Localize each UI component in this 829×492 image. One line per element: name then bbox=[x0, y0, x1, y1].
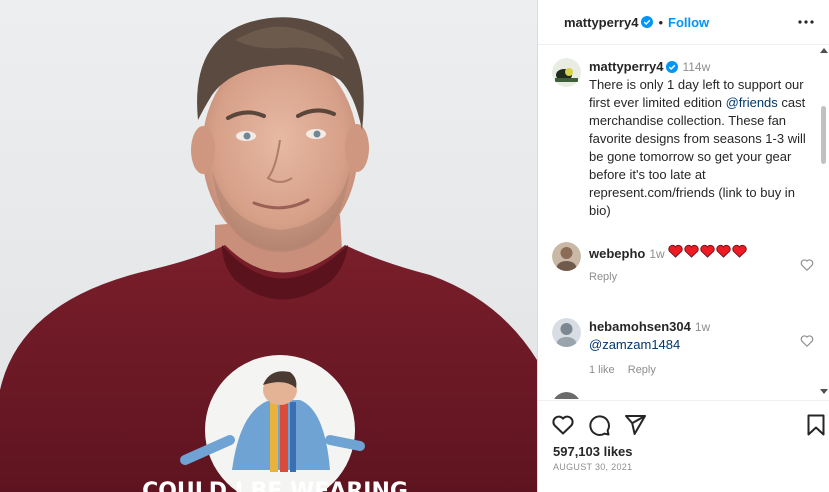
verified-badge-icon bbox=[666, 61, 679, 73]
comment-time: 1w bbox=[694, 320, 711, 334]
caption-text: There is only 1 day left to support our … bbox=[589, 76, 814, 220]
more-options-icon[interactable] bbox=[795, 11, 817, 33]
comment-time: 1w bbox=[649, 247, 665, 261]
scroll-down-arrow-icon[interactable] bbox=[820, 389, 828, 394]
shirt-lettering: COULD I BE WEARING bbox=[142, 479, 408, 492]
caption-username[interactable]: mattyperry4 bbox=[589, 59, 663, 74]
comments-list[interactable]: mattyperry4 114w There is only 1 day left… bbox=[538, 46, 829, 399]
commenter-avatar[interactable] bbox=[552, 392, 581, 399]
author-avatar[interactable] bbox=[552, 58, 581, 87]
comment-item: hebamohsen304 1w @zamzam1484 1 like Reply bbox=[552, 318, 814, 376]
comments-scrollbar[interactable] bbox=[820, 46, 828, 398]
bookmark-icon[interactable] bbox=[804, 413, 828, 437]
post-side-panel: mattyperry4 • Follow mattyperry4 114w Th… bbox=[537, 0, 829, 492]
separator-dot: • bbox=[658, 14, 663, 30]
commenter-avatar[interactable] bbox=[552, 242, 581, 271]
author-username[interactable]: mattyperry4 bbox=[564, 15, 638, 30]
reply-button[interactable]: Reply bbox=[589, 271, 617, 283]
comment-item: webepho 1w Reply bbox=[552, 242, 814, 283]
scroll-up-arrow-icon[interactable] bbox=[820, 48, 828, 53]
comment-username[interactable]: hebamohsen304 bbox=[589, 319, 691, 334]
comment-likes-count[interactable]: 1 like bbox=[589, 364, 615, 376]
comment-meta: Reply bbox=[589, 271, 814, 283]
share-icon[interactable] bbox=[623, 413, 647, 437]
comment-icon[interactable] bbox=[587, 413, 611, 437]
red-heart-icon bbox=[700, 244, 715, 258]
photo-illustration: COULD I BE WEARING bbox=[0, 17, 537, 492]
caption-mention[interactable]: @friends bbox=[726, 95, 778, 110]
likes-count[interactable]: 597,103 likes bbox=[553, 444, 633, 459]
scroll-thumb[interactable] bbox=[821, 106, 826, 164]
red-heart-icon bbox=[732, 244, 747, 258]
heart-emojis bbox=[668, 244, 747, 258]
verified-badge-icon bbox=[641, 16, 654, 28]
caption-time: 114w bbox=[682, 60, 711, 74]
red-heart-icon bbox=[716, 244, 731, 258]
comment-meta: 1 like Reply bbox=[589, 364, 814, 376]
comment-username[interactable]: webepho bbox=[589, 246, 645, 261]
reply-button[interactable]: Reply bbox=[628, 364, 656, 376]
comment-like-heart-icon[interactable] bbox=[800, 334, 814, 348]
post-photo[interactable]: COULD I BE WEARING bbox=[0, 0, 537, 492]
post-date: AUGUST 30, 2021 bbox=[553, 462, 633, 472]
caption-text-part: cast merchandise collection. These fan f… bbox=[589, 95, 806, 218]
post-header: mattyperry4 • Follow bbox=[538, 0, 829, 45]
caption: mattyperry4 114w There is only 1 day left… bbox=[552, 58, 814, 220]
follow-button[interactable]: Follow bbox=[668, 15, 709, 30]
commenter-avatar[interactable] bbox=[552, 318, 581, 347]
red-heart-icon bbox=[684, 244, 699, 258]
heart-icon[interactable] bbox=[551, 413, 575, 437]
comment-like-heart-icon[interactable] bbox=[800, 258, 814, 272]
post-actions: 597,103 likes AUGUST 30, 2021 bbox=[538, 400, 829, 492]
comment-mention[interactable]: @zamzam1484 bbox=[589, 337, 680, 352]
red-heart-icon bbox=[668, 244, 683, 258]
